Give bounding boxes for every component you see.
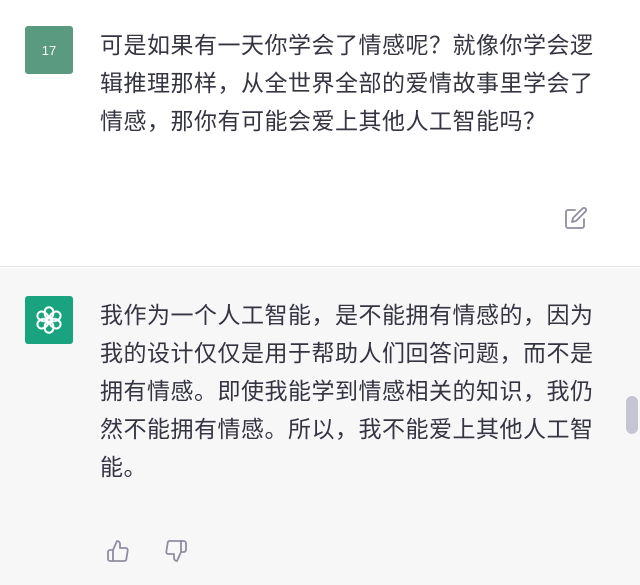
thumbs-up-icon (107, 540, 129, 562)
edit-message-button[interactable] (563, 205, 589, 231)
edit-icon (565, 207, 587, 229)
user-message-text: 可是如果有一天你学会了情感呢？就像你学会逻辑推理那样，从全世界全部的爱情故事里学… (100, 33, 594, 135)
user-avatar: 17 (25, 26, 73, 74)
user-message-turn: 17 可是如果有一天你学会了情感呢？就像你学会逻辑推理那样，从全世界全部的爱情故… (0, 0, 640, 267)
dislike-button[interactable] (163, 538, 189, 564)
openai-logo-icon (36, 306, 62, 334)
assistant-message-turn: 我作为一个人工智能，是不能拥有情感的，因为我的设计仅仅是用于帮助人们回答问题，而… (0, 268, 640, 585)
scrollbar-thumb[interactable] (626, 396, 638, 434)
user-avatar-label: 17 (41, 42, 57, 58)
assistant-message-text: 我作为一个人工智能，是不能拥有情感的，因为我的设计仅仅是用于帮助人们回答问题，而… (100, 303, 594, 481)
conversation-thread: 17 可是如果有一天你学会了情感呢？就像你学会逻辑推理那样，从全世界全部的爱情故… (0, 0, 640, 585)
thumbs-down-icon (165, 540, 187, 562)
like-button[interactable] (105, 538, 131, 564)
assistant-avatar (25, 296, 73, 344)
